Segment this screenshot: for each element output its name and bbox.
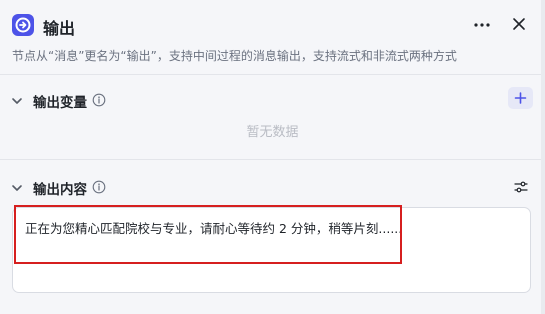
output-content-editor[interactable]: 正在为您精心匹配院校与专业，请耐心等待约 2 分钟，稍等片刻......	[12, 207, 531, 293]
settings-sliders-icon[interactable]	[513, 179, 529, 195]
node-description: 节点从“消息”更名为“输出”，支持中间过程的消息输出，支持流式和非流式两种方式	[12, 49, 457, 63]
output-node-panel: 输出 节点从“消息”更名为“输出”，支持中间过程的消息输出，支持流式和非流式两种…	[0, 0, 545, 314]
more-icon	[474, 23, 490, 27]
panel-edge	[541, 0, 545, 314]
info-icon[interactable]	[92, 179, 106, 194]
output-content-text[interactable]: 正在为您精心匹配院校与专业，请耐心等待约 2 分钟，稍等片刻......	[25, 218, 402, 237]
chevron-down-icon[interactable]	[10, 180, 24, 194]
panel-header: 输出	[0, 0, 545, 46]
output-variables-header: 输出变量	[0, 87, 545, 113]
add-variable-button[interactable]	[508, 87, 533, 109]
more-button[interactable]	[472, 17, 492, 33]
divider	[0, 159, 545, 160]
output-content-header: 输出内容	[0, 174, 545, 200]
close-icon	[513, 18, 525, 30]
output-content-title: 输出内容	[33, 182, 87, 198]
close-button[interactable]	[509, 14, 529, 34]
plus-icon	[514, 92, 527, 104]
info-icon[interactable]	[92, 92, 106, 107]
output-node-icon	[12, 14, 34, 36]
empty-state-text: 暂无数据	[246, 125, 299, 140]
divider	[0, 74, 545, 75]
output-variables-title: 输出变量	[33, 95, 87, 111]
panel-title: 输出	[43, 19, 76, 38]
chevron-down-icon[interactable]	[10, 93, 24, 107]
